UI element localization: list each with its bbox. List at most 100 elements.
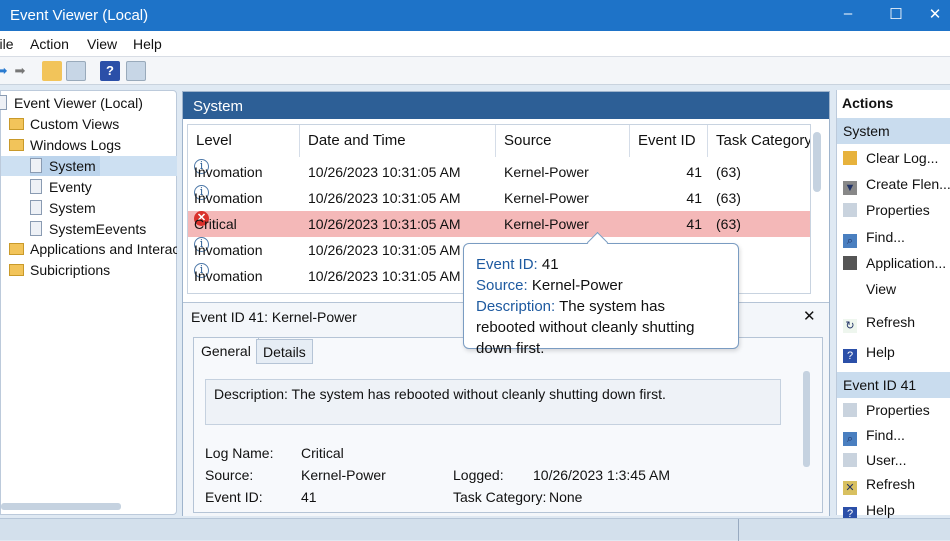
title-bar: Event Viewer (Local) – ☐ ✕ (0, 0, 950, 31)
cell-date: 10/26/2023 10:31:05 AM (308, 190, 461, 206)
tree-applications[interactable]: Applications and Interac (9, 239, 177, 259)
status-bar (0, 518, 950, 541)
log-name-label: Log Name: (205, 445, 274, 461)
source-value: Kernel-Power (301, 467, 386, 483)
actions-title: Actions (842, 95, 894, 111)
cell-date: 10/26/2023 10:31:05 AM (308, 164, 461, 180)
show-hide-tree-icon[interactable] (66, 61, 86, 81)
forward-icon[interactable]: ➡ (10, 61, 30, 81)
lock-icon (843, 151, 857, 165)
col-event-id[interactable]: Event ID (630, 125, 708, 157)
tree-hscrollbar[interactable] (1, 503, 121, 510)
cell-task: (63) (716, 164, 741, 180)
menu-help[interactable]: Help (133, 36, 162, 52)
log-icon (30, 158, 42, 173)
actions-section-system[interactable]: System (837, 118, 950, 144)
tree-windows-logs[interactable]: Windows Logs (9, 135, 121, 155)
properties-icon (843, 203, 857, 217)
actions-pane: Actions System Clear Log... ▼ Create Flen.… (836, 90, 950, 521)
open-folder-icon[interactable] (42, 61, 62, 81)
minimize-button[interactable]: – (828, 5, 868, 22)
action-create-flen[interactable]: ▼ Create Flen... (843, 173, 950, 195)
action-properties[interactable]: Properties (843, 199, 930, 221)
folder-icon (9, 118, 24, 130)
logged-value: 10/26/2023 1:3:45 AM (533, 467, 670, 483)
event-action-properties[interactable]: Properties (843, 399, 930, 421)
detail-close-button[interactable]: ✕ (803, 307, 816, 325)
cell-date: 10/26/2023 10:31:05 AM (308, 216, 461, 232)
tooltip-event-id: 41 (541, 256, 559, 273)
menu-view[interactable]: View (87, 36, 117, 52)
menu-action[interactable]: Action (30, 36, 69, 52)
properties-icon (843, 403, 857, 417)
table-row[interactable]: ✕ Critical 10/26/2023 10:31:05 AM Kernel-… (188, 211, 810, 237)
refresh-icon: ↻ (843, 319, 857, 333)
col-source[interactable]: Source (496, 125, 630, 157)
folder-icon (9, 264, 24, 276)
help-icon[interactable]: ? (100, 61, 120, 81)
blank-icon (843, 282, 857, 296)
cell-source: Kernel-Power (504, 190, 589, 206)
tree-system-2[interactable]: System (30, 198, 96, 218)
find-icon: ⌕ (843, 432, 857, 446)
action-help[interactable]: ? Help (843, 341, 895, 363)
find-icon: ⌕ (843, 234, 857, 248)
event-tooltip: Event ID: 41 Source: Kernel-Power Descri… (463, 243, 739, 357)
action-refresh[interactable]: ↻ Refresh (843, 311, 915, 333)
actions-section-event[interactable]: Event ID 41 (837, 372, 950, 398)
tree-subscriptions[interactable]: Subicriptions (9, 260, 110, 280)
save-icon (843, 256, 857, 270)
show-hide-action-pane-icon[interactable] (126, 61, 146, 81)
refresh-icon: ✕ (843, 481, 857, 495)
detail-scrollbar[interactable] (803, 371, 810, 467)
window-title: Event Viewer (Local) (10, 7, 149, 24)
task-category-label: Task Category: (453, 489, 547, 505)
panel-title: System (183, 92, 829, 119)
description-box: Description: The system has rebooted wit… (205, 379, 781, 425)
cell-event-id: 41 (686, 216, 702, 232)
help-icon: ? (843, 349, 857, 363)
logged-label: Logged: (453, 467, 504, 483)
folder-icon (9, 243, 24, 255)
action-application[interactable]: Application... (843, 252, 946, 274)
menu-file[interactable]: File (0, 36, 14, 52)
close-button[interactable]: ✕ (915, 5, 950, 23)
console-tree: Event Viewer (Local) Custom Views Window… (0, 90, 177, 515)
action-clear-log[interactable]: Clear Log... (843, 147, 938, 169)
cell-task: (63) (716, 216, 741, 232)
menu-bar: File Action View Help (0, 31, 950, 57)
event-action-user[interactable]: User... (843, 449, 906, 471)
event-action-refresh[interactable]: ✕ Refresh (843, 473, 915, 495)
filter-icon: ▼ (843, 181, 857, 195)
log-icon (30, 221, 42, 236)
tab-general[interactable]: General (193, 337, 259, 364)
tree-custom-views[interactable]: Custom Views (9, 114, 119, 134)
tree-root[interactable]: Event Viewer (Local) (0, 93, 143, 113)
col-level[interactable]: Level (188, 125, 300, 157)
tab-details[interactable]: Details (256, 339, 313, 364)
tree-system-events[interactable]: SystemEevents (30, 219, 146, 239)
tree-eventy[interactable]: Eventy (30, 177, 92, 197)
log-icon (30, 200, 42, 215)
col-task[interactable]: Task Category (708, 125, 810, 157)
action-find[interactable]: ⌕ Find... (843, 226, 905, 248)
tooltip-source: Kernel-Power (531, 277, 623, 294)
task-category-value: None (549, 489, 583, 505)
table-scrollbar[interactable] (813, 132, 821, 192)
log-icon (30, 179, 42, 194)
event-id-value: 41 (301, 489, 317, 505)
tree-system[interactable]: System (30, 156, 100, 176)
cell-source: Kernel-Power (504, 216, 589, 232)
computer-icon (0, 95, 7, 110)
toolbar: ➡ ➡ ? (0, 57, 950, 85)
col-date[interactable]: Date and Time (300, 125, 496, 157)
maximize-button[interactable]: ☐ (876, 5, 916, 23)
action-view[interactable]: View (843, 278, 896, 300)
event-id-label: Event ID: (205, 489, 263, 505)
table-row[interactable]: i Invomation 10/26/2023 10:31:05 AM Kerne… (188, 185, 810, 211)
source-label: Source: (205, 467, 254, 483)
table-row[interactable]: i Invomation 10/26/2023 10:31:05 AM Kerne… (188, 159, 810, 185)
cell-date: 10/26/2023 10:31:05 AM (308, 242, 461, 258)
event-action-find[interactable]: ⌕ Find... (843, 424, 905, 446)
log-name-value: Critical (301, 445, 344, 461)
